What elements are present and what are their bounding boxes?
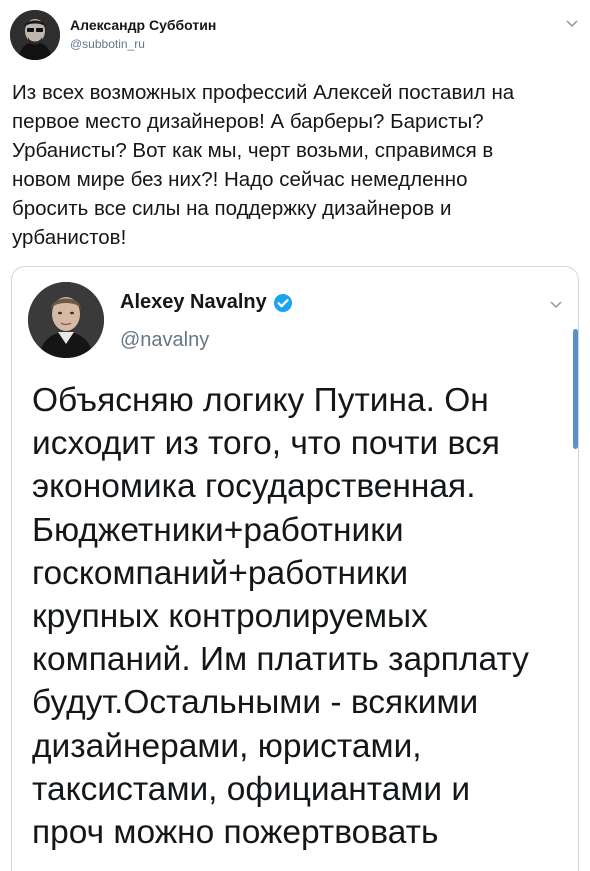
avatar[interactable] xyxy=(10,10,60,60)
person-portrait-avatar xyxy=(10,10,60,60)
tweet-text: Из всех возможных профессий Алексей пост… xyxy=(12,81,515,249)
person-portrait-avatar xyxy=(28,282,104,358)
chevron-down-icon[interactable] xyxy=(550,301,562,309)
quoted-avatar[interactable] xyxy=(28,282,104,358)
quoted-tweet-text: Объясняю логику Путина. Он исходит из то… xyxy=(32,382,529,852)
chevron-down-icon[interactable] xyxy=(566,20,578,28)
verified-badge-icon xyxy=(273,293,292,312)
scrollbar[interactable] xyxy=(573,329,578,449)
quoted-author[interactable]: Alexey Navalny xyxy=(120,291,293,314)
author-handle[interactable]: @subbotin_ru xyxy=(70,37,145,51)
author-name[interactable]: Александр Субботин xyxy=(70,17,216,33)
quoted-author-name[interactable]: Alexey Navalny xyxy=(120,291,267,314)
quoted-tweet-card[interactable]: Alexey Navalny @navalny Объясняю логику … xyxy=(11,266,579,871)
outer-tweet-header: Александр Субботин @subbotin_ru xyxy=(0,0,590,70)
quoted-author-handle[interactable]: @navalny xyxy=(120,329,209,352)
